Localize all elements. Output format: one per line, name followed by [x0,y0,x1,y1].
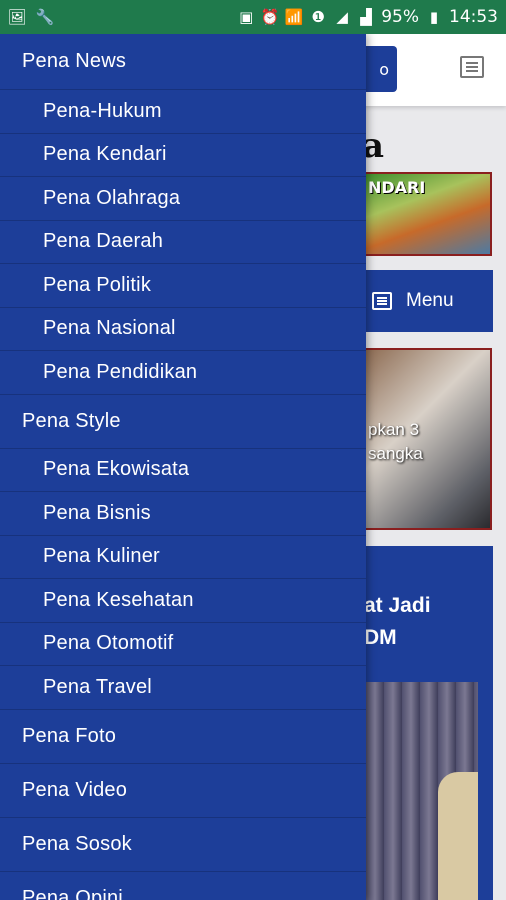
wifi-icon: 📶 [284,8,304,26]
banner-text: NDARI [368,178,426,197]
navigation-drawer: Pena News Pena-Hukum Pena Kendari Pena Olah… [0,34,366,900]
drawer-item-label: Pena Video [22,778,128,801]
battery-percent: 95% [381,7,419,27]
drawer-item-label: Pena-Hukum [43,99,162,122]
sim-icon: ▣ [239,8,254,26]
drawer-item-pena-foto[interactable]: Pena Foto [0,710,366,764]
drawer-item-pena-sosok[interactable]: Pena Sosok [0,818,366,872]
drawer-item-label: Pena Kendari [43,143,167,166]
drawer-item-label: Pena Otomotif [43,632,174,655]
drawer-item-label: Pena Kuliner [43,545,160,568]
drawer-item-label: Pena Sosok [22,832,132,855]
drawer-item-pena-kesehatan[interactable]: Pena Kesehatan [0,579,366,623]
drawer-item-label: Pena Kesehatan [43,588,194,611]
drawer-item-pena-news[interactable]: Pena News [0,34,366,90]
search-button-glyph: o [379,59,389,79]
battery-icon: ▮ [429,8,439,26]
sim1-icon: ❶ [311,8,325,26]
drawer-item-pena-kuliner[interactable]: Pena Kuliner [0,536,366,579]
drawer-item-label: Pena Daerah [43,230,164,253]
drawer-item-pena-kendari[interactable]: Pena Kendari [0,134,366,177]
drawer-item-label: Pena Bisnis [43,501,151,524]
article-headline-1: pkan 3 sangka [368,420,423,463]
drawer-item-label: Pena Foto [22,724,117,747]
article-card-2[interactable]: at Jadi DM [360,546,493,900]
article-photo-1[interactable]: pkan 3 sangka [362,348,492,530]
drawer-item-pena-olahraga[interactable]: Pena Olahraga [0,177,366,221]
menu-label: Menu [406,290,454,311]
menu-bar[interactable]: Menu [360,270,493,332]
menu-icon[interactable] [460,56,484,78]
article-headline-2: at Jadi DM [364,594,431,649]
drawer-item-pena-pendidikan[interactable]: Pena Pendidikan [0,351,366,395]
drawer-item-label: Pena Travel [43,675,152,698]
drawer-item-label: Pena Nasional [43,317,176,340]
article-photo-2 [366,682,478,900]
drawer-item-label: Pena Politik [43,273,152,296]
drawer-item-pena-nasional[interactable]: Pena Nasional [0,308,366,351]
status-right-area: ▣ ⏰ 📶 ❶ ◢ ▟ 95% ▮ 14:53 [237,7,498,27]
drawer-item-label: Pena Opini [22,886,123,900]
drawer-item-pena-politik[interactable]: Pena Politik [0,264,366,308]
image-icon: 🖼 [7,8,27,26]
status-bar: 🖼 🔧 ▣ ⏰ 📶 ❶ ◢ ▟ 95% ▮ 14:53 [0,0,506,34]
drawer-item-label: Pena Olahraga [43,186,181,209]
drawer-item-pena-travel[interactable]: Pena Travel [0,666,366,710]
drawer-item-label: Pena Ekowisata [43,458,190,481]
alarm-icon: ⏰ [260,8,280,26]
status-left-icons: 🖼 🔧 [7,8,55,26]
signal-icon: ◢ [336,8,348,26]
drawer-item-label: Pena News [22,50,127,72]
signal2-icon: ▟ [360,8,372,26]
drawer-item-pena-ekowisata[interactable]: Pena Ekowisata [0,449,366,492]
drawer-item-pena-style[interactable]: Pena Style [0,395,366,449]
drawer-item-pena-opini[interactable]: Pena Opini [0,872,366,900]
banner-image: NDARI [362,172,492,256]
drawer-item-pena-daerah[interactable]: Pena Daerah [0,221,366,264]
list-icon [372,292,392,310]
drawer-item-pena-video[interactable]: Pena Video [0,764,366,818]
site-logo: a [362,126,385,166]
drawer-item-pena-otomotif[interactable]: Pena Otomotif [0,623,366,666]
drawer-item-pena-bisnis[interactable]: Pena Bisnis [0,492,366,536]
drawer-item-pena-hukum[interactable]: Pena-Hukum [0,90,366,134]
clock: 14:53 [449,7,498,27]
drawer-item-label: Pena Pendidikan [43,360,198,383]
drawer-item-label: Pena Style [22,409,121,432]
wrench-icon: 🔧 [35,8,55,26]
